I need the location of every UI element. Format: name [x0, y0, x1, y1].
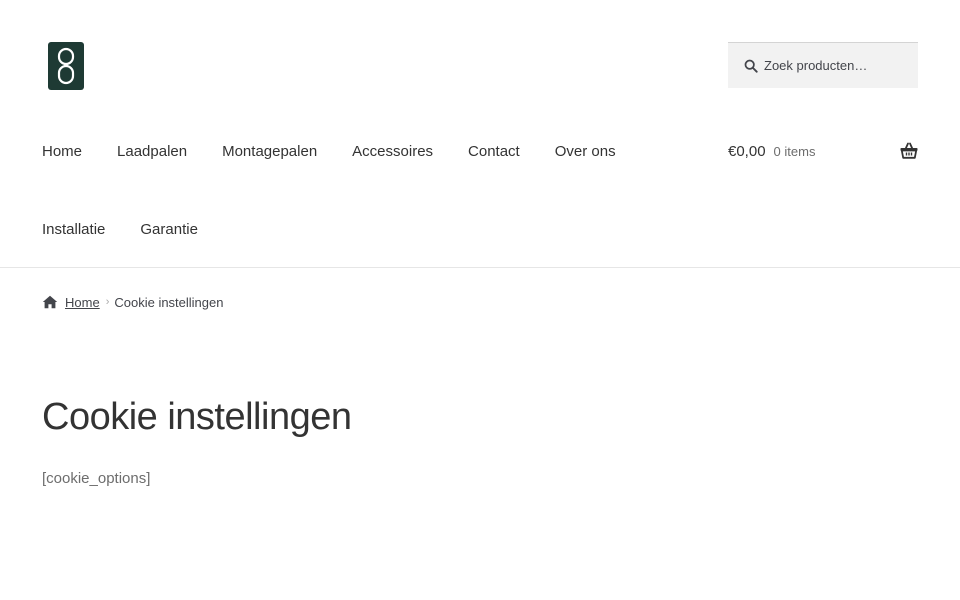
page-content: [cookie_options] [42, 470, 151, 487]
cart-total[interactable]: €0,00 [728, 143, 766, 160]
site-header: Home Laadpalen Montagepalen Accessoires … [0, 0, 960, 268]
mini-cart[interactable]: €0,00 0 items [728, 138, 918, 164]
nav-item-accessoires[interactable]: Accessoires [352, 143, 433, 160]
breadcrumb-home-link[interactable]: Home [65, 295, 100, 310]
nav-item-contact[interactable]: Contact [468, 143, 520, 160]
breadcrumb-current: Cookie instellingen [114, 294, 224, 310]
cart-item-count[interactable]: 0 items [774, 144, 816, 159]
breadcrumb: Home › Cookie instellingen [42, 292, 223, 312]
primary-navigation: Home Laadpalen Montagepalen Accessoires … [42, 138, 682, 242]
nav-item-installatie[interactable]: Installatie [42, 221, 105, 238]
breadcrumb-separator: › [105, 296, 110, 308]
logo-mark-icon [57, 47, 75, 85]
site-logo[interactable] [48, 42, 84, 90]
product-search[interactable] [728, 42, 918, 88]
search-input[interactable] [764, 58, 914, 73]
shopping-basket-icon[interactable] [900, 142, 918, 159]
home-icon[interactable] [42, 295, 58, 309]
nav-item-montagepalen[interactable]: Montagepalen [222, 143, 317, 160]
page-title: Cookie instellingen [42, 396, 352, 438]
nav-item-laadpalen[interactable]: Laadpalen [117, 143, 187, 160]
nav-item-home[interactable]: Home [42, 143, 82, 160]
search-icon [744, 59, 758, 73]
nav-row-2: Installatie Garantie [42, 216, 682, 242]
nav-row-1: Home Laadpalen Montagepalen Accessoires … [42, 138, 682, 164]
nav-item-garantie[interactable]: Garantie [140, 221, 198, 238]
nav-item-over-ons[interactable]: Over ons [555, 143, 616, 160]
